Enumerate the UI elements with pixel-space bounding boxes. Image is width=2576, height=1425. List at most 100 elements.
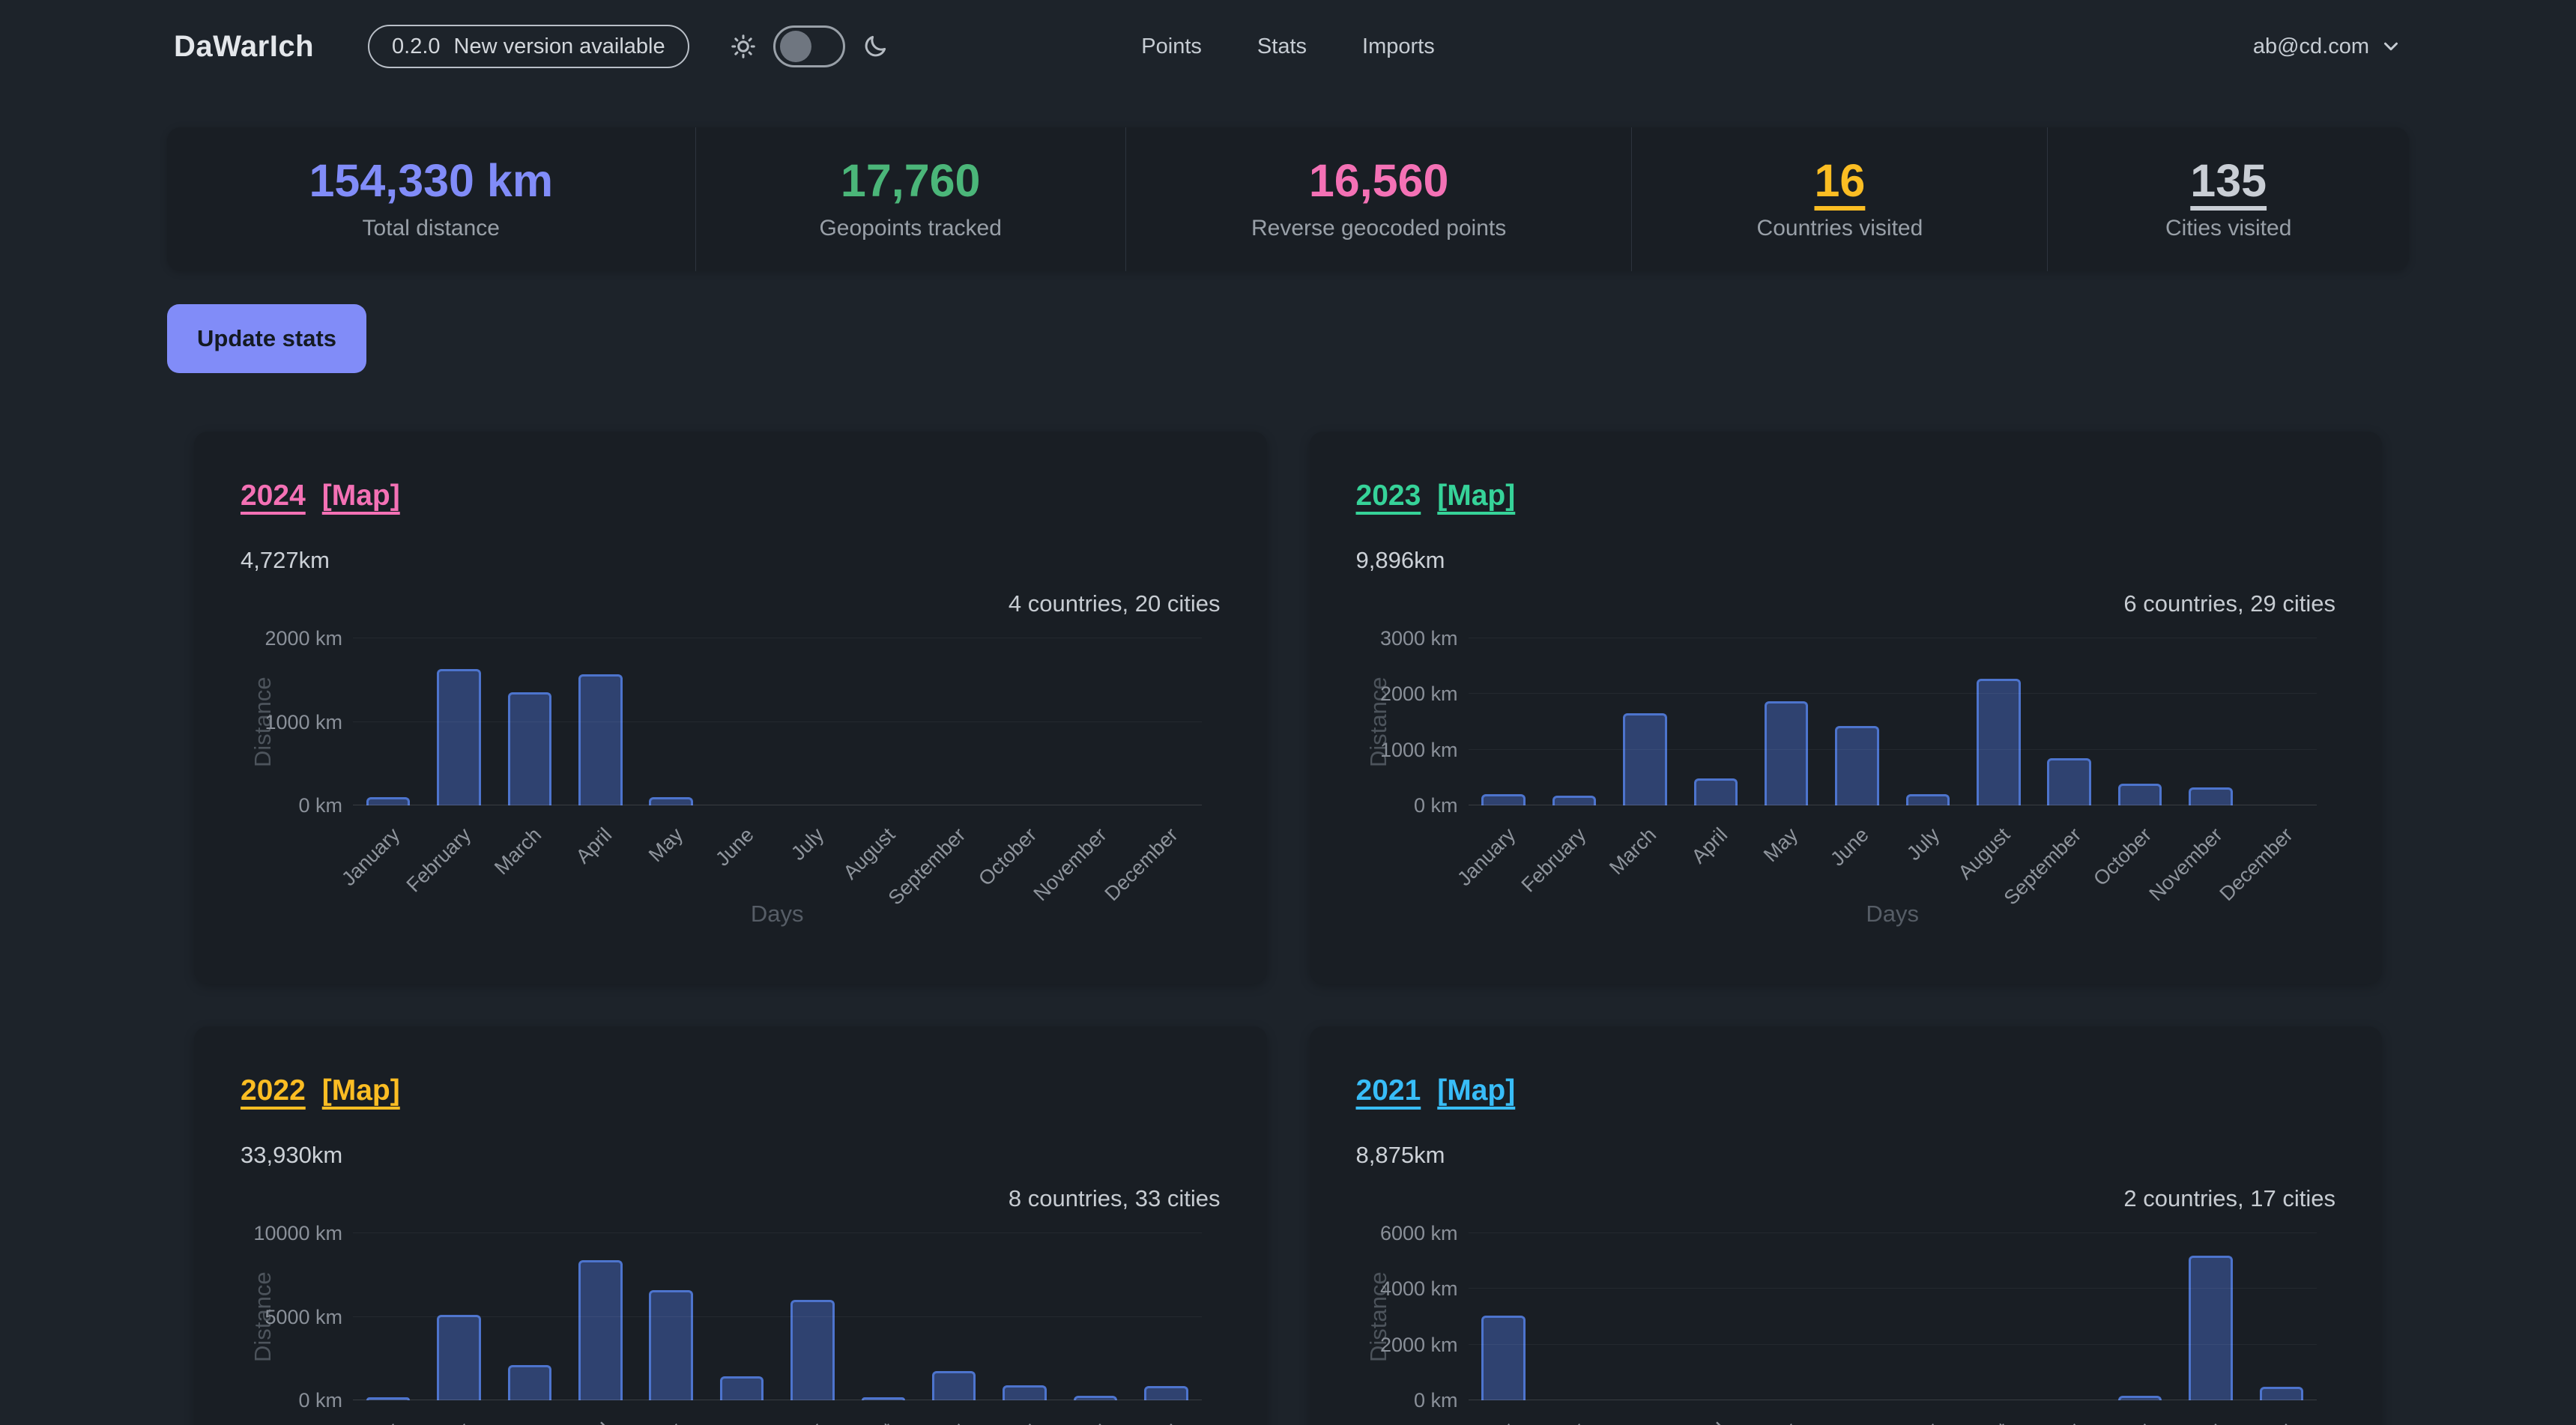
map-link-2021[interactable]: [Map]	[1437, 1074, 1515, 1107]
x-tick-january: January	[1453, 823, 1520, 891]
bar-slot-november	[2175, 1233, 2246, 1400]
y-axis-title: Distance	[1365, 638, 1392, 805]
x-tick-april: April	[572, 823, 617, 868]
nav-imports[interactable]: Imports	[1362, 34, 1435, 59]
theme-switcher	[730, 25, 889, 67]
bar-december	[2260, 1387, 2304, 1400]
x-tick-december: December	[2216, 823, 2298, 906]
y-tick-0-km: 0 km	[241, 794, 342, 817]
version-number: 0.2.0	[392, 34, 441, 60]
monthly-distance-chart: Distance JanuaryFebruaryMarchAprilMayJun…	[1356, 626, 2336, 949]
bar-slot-april	[565, 1233, 635, 1400]
main-nav: Points Stats Imports	[1141, 34, 1434, 59]
x-tick-march: March	[1605, 823, 1661, 880]
year-link-2022[interactable]: 2022	[241, 1074, 306, 1107]
x-tick-september: September	[1999, 1418, 2085, 1425]
x-tick-october: October	[974, 823, 1041, 891]
bar-september	[932, 1371, 976, 1400]
bar-slot-november	[2175, 638, 2246, 805]
stat-value-geopoints-tracked: 17,760	[841, 158, 981, 204]
bar-slot-july	[777, 638, 847, 805]
gridline	[1469, 693, 2318, 694]
map-link-2024[interactable]: [Map]	[322, 479, 400, 512]
map-link-2022[interactable]: [Map]	[322, 1074, 400, 1107]
x-tick-february: February	[1517, 1418, 1591, 1425]
year-card-2021: 2021 [Map] 8,875km 2 countries, 17 citie…	[1310, 1026, 2383, 1425]
stat-value-countries-visited[interactable]: 16	[1814, 158, 1865, 204]
year-link-2021[interactable]: 2021	[1356, 1074, 1421, 1107]
bar-october	[2118, 784, 2162, 805]
x-tick-june: June	[1826, 823, 1873, 871]
bar-slot-march	[495, 638, 565, 805]
x-tick-october: October	[2089, 823, 2156, 891]
x-tick-may: May	[644, 1418, 688, 1425]
moon-icon	[862, 33, 889, 60]
chart-plot-area	[1469, 638, 2318, 805]
bar-june	[720, 1376, 764, 1400]
stat-total-distance: 154,330 km Total distance	[167, 127, 695, 271]
bar-slot-february	[1539, 1233, 1609, 1400]
chart-plot-area	[353, 1233, 1202, 1400]
bar-slot-october	[2105, 638, 2175, 805]
bar-march	[508, 1365, 552, 1400]
x-tick-february: February	[1517, 823, 1591, 897]
bar-slot-october	[2105, 1233, 2175, 1400]
bar-september	[2047, 758, 2091, 805]
app-logo[interactable]: DaWarIch	[174, 30, 314, 64]
bar-october	[1003, 1385, 1047, 1400]
stat-value-cities-visited[interactable]: 135	[2190, 158, 2267, 204]
x-axis-title: Days	[1469, 901, 2318, 928]
stat-value-total-distance: 154,330 km	[309, 158, 553, 204]
x-tick-may: May	[1759, 823, 1803, 867]
toggle-knob	[780, 31, 811, 62]
version-badge[interactable]: 0.2.0 New version available	[368, 25, 689, 69]
x-tick-july: July	[1902, 1418, 1944, 1425]
bar-slot-september	[919, 638, 989, 805]
x-tick-august: August	[838, 1418, 899, 1425]
gridline	[1469, 1344, 2318, 1345]
chart-plot-area	[353, 638, 1202, 805]
year-link-2023[interactable]: 2023	[1356, 479, 1421, 512]
nav-points[interactable]: Points	[1141, 34, 1202, 59]
bar-slot-november	[1060, 1233, 1131, 1400]
update-stats-button[interactable]: Update stats	[167, 304, 366, 373]
theme-toggle[interactable]	[773, 25, 845, 67]
x-tick-april: April	[1687, 1418, 1732, 1425]
bar-july	[1906, 794, 1950, 805]
x-tick-march: March	[1605, 1418, 1661, 1425]
bar-slot-june	[1821, 638, 1892, 805]
bar-slot-march	[1609, 638, 1680, 805]
bar-slot-march	[495, 1233, 565, 1400]
bar-slot-march	[1609, 1233, 1680, 1400]
x-tick-february: February	[402, 1418, 475, 1425]
bar-slot-august	[1963, 1233, 2034, 1400]
bar-may	[649, 1290, 693, 1400]
bar-slot-july	[1893, 638, 1963, 805]
y-tick-0-km: 0 km	[241, 1389, 342, 1412]
stat-reverse-geocoded-points: 16,560 Reverse geocoded points	[1125, 127, 1632, 271]
stat-label: Reverse geocoded points	[1251, 216, 1506, 241]
x-tick-january: January	[1453, 1418, 1520, 1425]
bar-february	[437, 1315, 481, 1400]
x-tick-november: November	[1030, 1418, 1112, 1425]
y-axis-title: Distance	[1365, 1233, 1392, 1400]
bar-slot-december	[1131, 638, 1201, 805]
map-link-2023[interactable]: [Map]	[1437, 479, 1515, 512]
y-tick-1000-km: 1000 km	[241, 711, 342, 733]
year-link-2024[interactable]: 2024	[241, 479, 306, 512]
x-axis-title: Days	[353, 901, 1202, 928]
x-tick-february: February	[402, 823, 475, 897]
x-tick-march: March	[490, 823, 546, 880]
y-tick-5000-km: 5000 km	[241, 1306, 342, 1328]
user-menu[interactable]: ab@cd.com	[2253, 34, 2402, 59]
year-card-2023: 2023 [Map] 9,896km 6 countries, 29 citie…	[1310, 432, 2383, 984]
bar-may	[1765, 701, 1809, 805]
bar-slot-january	[353, 638, 423, 805]
x-tick-december: December	[1100, 1418, 1182, 1425]
x-tick-august: August	[1954, 1418, 2015, 1425]
nav-stats[interactable]: Stats	[1257, 34, 1307, 59]
bar-slot-april	[565, 638, 635, 805]
chevron-down-icon	[2380, 35, 2402, 58]
year-distance: 9,896km	[1356, 547, 2336, 574]
bar-january	[1481, 794, 1526, 805]
